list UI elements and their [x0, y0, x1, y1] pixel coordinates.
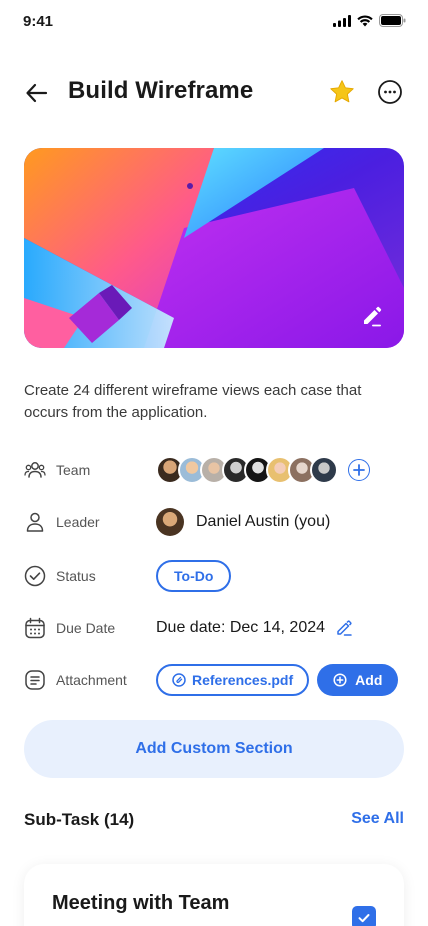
due-date-row: Due Date Due date: Dec 14, 2024: [24, 610, 404, 646]
check-circle-icon: [24, 565, 46, 587]
favorite-button[interactable]: [328, 78, 356, 106]
more-icon: [378, 80, 402, 104]
cover-image: [24, 148, 404, 348]
signal-icon: [333, 14, 351, 27]
subtask-card[interactable]: Meeting with Team: [24, 864, 404, 926]
team-row: Team: [24, 452, 404, 488]
status-icons: [333, 14, 406, 27]
leader-name: Daniel Austin (you): [196, 513, 331, 530]
pencil-icon: [337, 620, 352, 636]
status-row: Status To-Do: [24, 558, 404, 594]
leader-row: Leader Daniel Austin (you): [24, 504, 404, 540]
leader-label: Leader: [56, 514, 100, 530]
star-icon: [330, 80, 354, 103]
add-custom-section-button[interactable]: Add Custom Section: [24, 720, 404, 778]
calendar-icon: [25, 617, 45, 639]
status-bar: 9:41: [0, 0, 428, 44]
avatar[interactable]: [156, 508, 184, 536]
team-members: [156, 456, 370, 484]
add-attachment-button[interactable]: Add: [317, 664, 399, 696]
edit-cover-button[interactable]: [360, 304, 384, 328]
team-label: Team: [56, 462, 91, 478]
status-value: To-Do: [156, 560, 232, 592]
status-time: 9:41: [23, 13, 54, 30]
leader-value: Daniel Austin (you): [156, 508, 330, 536]
attachment-file[interactable]: References.pdf: [156, 664, 310, 696]
header: Build Wireframe: [0, 66, 428, 118]
page-title: Build Wireframe: [68, 77, 254, 104]
wifi-icon: [357, 14, 373, 26]
subtask-title: Sub-Task (14): [24, 810, 135, 829]
see-all-link[interactable]: See All: [351, 810, 404, 828]
team-icon: [24, 462, 46, 478]
user-icon: [26, 512, 44, 532]
add-member-button[interactable]: [348, 459, 370, 481]
edit-due-date-button[interactable]: [335, 619, 353, 637]
plus-circle-icon: [333, 673, 347, 687]
more-button[interactable]: [377, 79, 403, 105]
status-badge[interactable]: To-Do: [156, 560, 232, 592]
due-date-text: Due date: Dec 14, 2024: [156, 619, 326, 636]
task-description: Create 24 different wireframe views each…: [24, 382, 362, 421]
plus-icon: [353, 464, 365, 476]
battery-icon: [379, 14, 406, 27]
checkmark-icon: [358, 914, 370, 923]
back-button[interactable]: [24, 80, 50, 106]
due-date-value: Due date: Dec 14, 2024: [156, 619, 353, 637]
avatar[interactable]: [310, 456, 338, 484]
attachment-label: Attachment: [56, 672, 127, 688]
attachment-value: References.pdf Add: [156, 664, 399, 696]
due-date-label: Due Date: [56, 620, 116, 636]
status-label: Status: [56, 568, 96, 584]
subtask-card-title: Meeting with Team: [52, 892, 230, 914]
attachment-file-name: References.pdf: [192, 672, 294, 688]
subtask-header: Sub-Task (14) See All: [24, 810, 404, 834]
subtask-checkbox[interactable]: [352, 906, 376, 926]
add-attachment-label: Add: [355, 672, 383, 688]
attachment-row: Attachment References.pdf Add: [24, 662, 404, 698]
document-icon: [25, 670, 45, 690]
file-icon: [172, 673, 186, 687]
arrow-left-icon: [26, 83, 48, 103]
pencil-icon: [364, 306, 382, 327]
